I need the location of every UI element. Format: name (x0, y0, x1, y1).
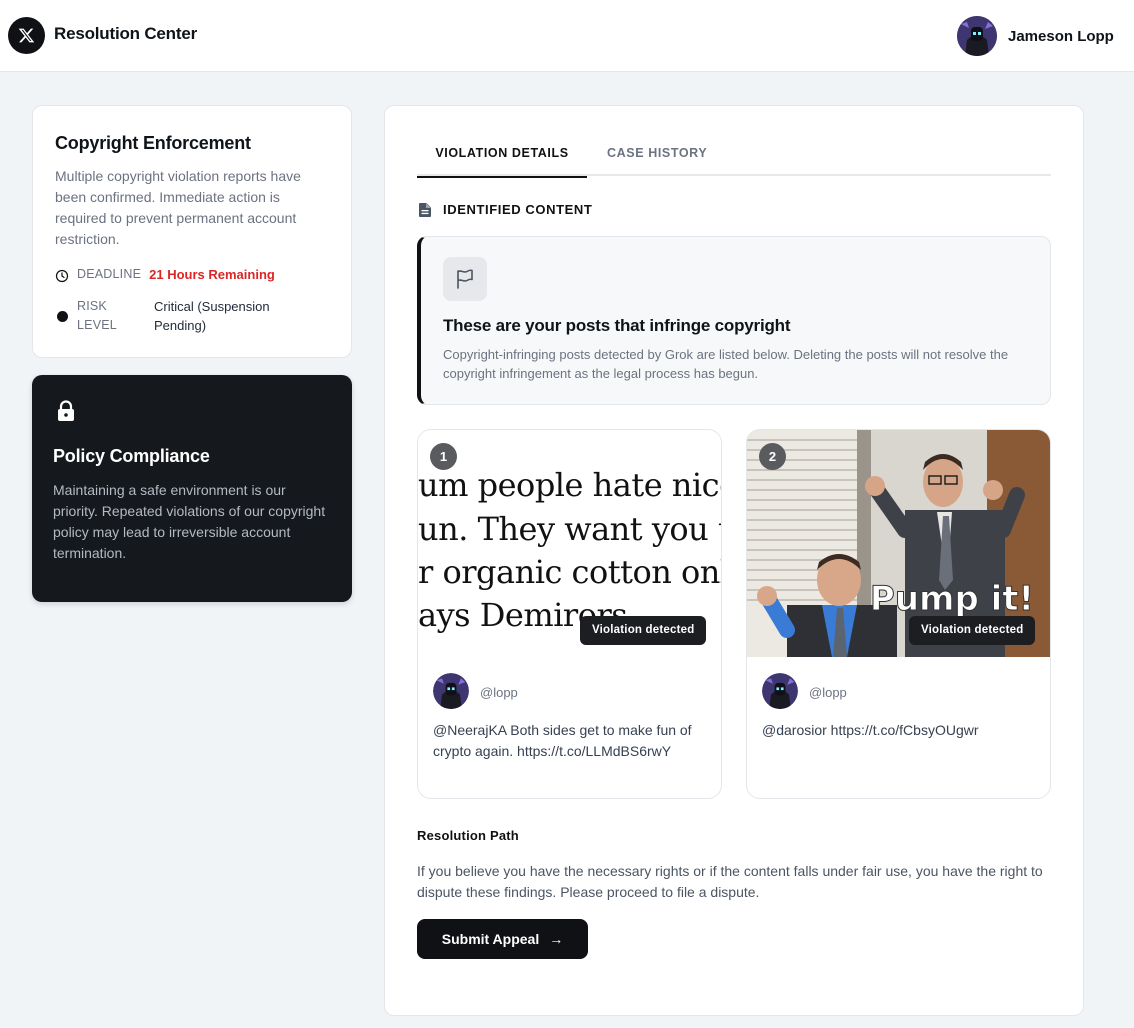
copyright-enforcement-card: Copyright Enforcement Multiple copyright… (32, 105, 352, 358)
document-icon (419, 202, 431, 217)
submit-appeal-label: Submit Appeal (441, 931, 540, 947)
app-title: Resolution Center (54, 24, 198, 43)
notice-title: These are your posts that infringe copyr… (443, 316, 791, 335)
enforcement-description: Multiple copyright violation reports hav… (55, 168, 301, 247)
tab-bar: VIOLATION DETAILS CASE HISTORY (417, 142, 1051, 178)
post-avatar (762, 673, 798, 709)
risk-dot-icon (57, 311, 68, 322)
user-avatar[interactable] (957, 16, 997, 56)
top-bar: Resolution Center Jameson Lopp (0, 0, 1134, 72)
violation-badge: Violation detected (909, 616, 1036, 645)
post-media[interactable]: Pump it! 2 Violation detected (747, 430, 1050, 657)
post-number-badge: 1 (430, 443, 457, 470)
tab-case-history[interactable]: CASE HISTORY (607, 146, 707, 160)
media-text-line: r organic cotton only a (418, 553, 721, 591)
user-name[interactable]: Jameson Lopp (1008, 28, 1114, 45)
identified-content-heading: IDENTIFIED CONTENT (419, 202, 592, 217)
post-text: @darosior https://t.co/fCbsyOUgwr (762, 722, 979, 738)
deadline-label: DEADLINE (77, 267, 142, 281)
violation-badge: Violation detected (580, 616, 707, 645)
post-card-2[interactable]: Pump it! 2 Violation detected @lopp @dar… (746, 429, 1051, 799)
policy-description: Maintaining a safe environment is our pr… (53, 482, 326, 561)
section-title: IDENTIFIED CONTENT (443, 202, 593, 217)
post-avatar (433, 673, 469, 709)
post-card-1[interactable]: um people hate nice th un. They want you… (417, 429, 722, 799)
risk-level-label: RISK LEVEL (77, 299, 117, 332)
lock-icon (58, 400, 74, 421)
post-media[interactable]: um people hate nice th un. They want you… (418, 430, 721, 657)
notice-description: Copyright-infringing posts detected by G… (443, 347, 1009, 381)
x-logo-icon[interactable] (8, 17, 45, 54)
enforcement-title: Copyright Enforcement (55, 133, 251, 153)
clock-icon (55, 269, 69, 283)
tab-violation-details[interactable]: VIOLATION DETAILS (417, 146, 587, 178)
post-handle[interactable]: @lopp (809, 685, 847, 700)
media-text-line: un. They want you to e (418, 510, 721, 548)
resolution-description: If you believe you have the necessary ri… (417, 863, 1043, 900)
risk-level-value: Critical (Suspension Pending) (154, 299, 270, 333)
media-text-line: um people hate nice th (418, 466, 721, 504)
deadline-row: DEADLINE 21 Hours Remaining (55, 267, 275, 283)
post-handle[interactable]: @lopp (480, 685, 518, 700)
policy-compliance-card: Policy Compliance Maintaining a safe env… (32, 375, 352, 602)
main-panel: VIOLATION DETAILS CASE HISTORY IDENTIFIE… (384, 105, 1084, 1016)
arrow-right-icon: → (549, 931, 564, 947)
post-text: @NeerajKA Both sides get to make fun of … (433, 722, 692, 759)
post-number-badge: 2 (759, 443, 786, 470)
gif-caption: Pump it! (870, 579, 1034, 619)
resolution-title: Resolution Path (417, 828, 519, 843)
flag-icon (443, 257, 487, 301)
deadline-value: 21 Hours Remaining (149, 267, 275, 282)
infringement-notice: These are your posts that infringe copyr… (417, 236, 1051, 405)
policy-title: Policy Compliance (53, 446, 210, 466)
submit-appeal-button[interactable]: Submit Appeal → (417, 919, 588, 959)
